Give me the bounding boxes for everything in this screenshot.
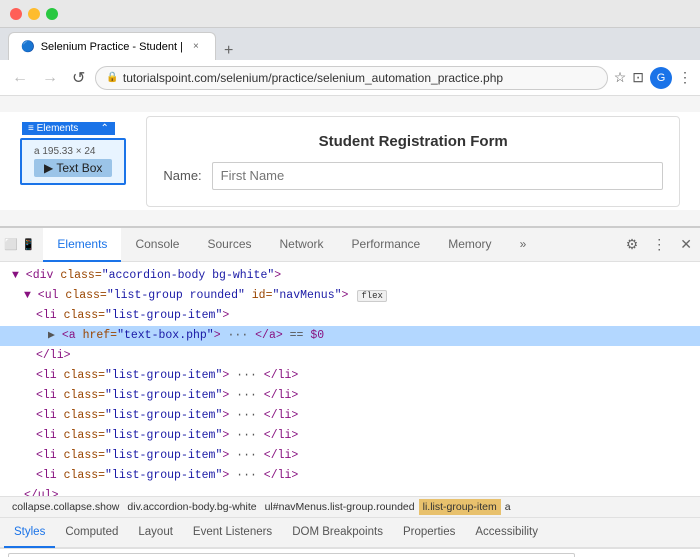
extensions-icon[interactable]: ⊡ bbox=[632, 69, 644, 86]
dom-line[interactable]: <li class="list-group-item"> ··· </li> bbox=[0, 406, 700, 426]
more-options-icon[interactable]: ⋮ bbox=[648, 234, 670, 255]
tab-bar: 🔵 Selenium Practice - Student | × + bbox=[0, 28, 700, 60]
form-card: Student Registration Form Name: bbox=[146, 116, 680, 207]
devtools-tab-bar: ⬜ 📱 Elements Console Sources Network Per… bbox=[0, 228, 700, 262]
address-bar[interactable]: 🔒 tutorialspoint.com/selenium/practice/s… bbox=[95, 66, 607, 90]
device-mode-icon[interactable]: 📱 bbox=[22, 238, 36, 251]
dom-line[interactable]: <li class="list-group-item"> ··· </li> bbox=[0, 366, 700, 386]
filter-input[interactable] bbox=[8, 553, 575, 557]
text-box-label: ▶ Text Box bbox=[34, 159, 112, 177]
tab-accessibility[interactable]: Accessibility bbox=[465, 518, 548, 548]
page-viewport: ≡ Elements ⌃ a 195.33 × 24 ▶ Text Box St… bbox=[0, 96, 700, 226]
active-tab[interactable]: 🔵 Selenium Practice - Student | × bbox=[8, 32, 216, 60]
lock-icon: 🔒 bbox=[106, 72, 118, 83]
tab-favicon: 🔵 bbox=[21, 40, 35, 53]
traffic-lights bbox=[10, 8, 58, 20]
breadcrumb: collapse.collapse.show div.accordion-bod… bbox=[0, 496, 700, 518]
dom-line[interactable]: ▼ <div class="accordion-body bg-white"> bbox=[0, 266, 700, 286]
maximize-window-button[interactable] bbox=[46, 8, 58, 20]
close-devtools-icon[interactable]: ✕ bbox=[676, 234, 696, 255]
forward-button[interactable]: → bbox=[38, 67, 62, 89]
dom-line[interactable]: <li class="list-group-item"> ··· </li> bbox=[0, 386, 700, 406]
inspect-mode-icon[interactable]: ⬜ bbox=[4, 238, 18, 251]
tab-styles[interactable]: Styles bbox=[4, 518, 55, 548]
dom-line[interactable]: ▼ <ul class="list-group rounded" id="nav… bbox=[0, 286, 700, 306]
element-highlight: ≡ Elements ⌃ a 195.33 × 24 ▶ Text Box bbox=[20, 138, 126, 185]
tab-sources[interactable]: Sources bbox=[193, 228, 265, 262]
tab-memory[interactable]: Memory bbox=[434, 228, 505, 262]
tab-computed[interactable]: Computed bbox=[55, 518, 128, 548]
dom-line[interactable]: </ul> bbox=[0, 486, 700, 496]
tab-label: Selenium Practice - Student | bbox=[41, 41, 183, 53]
dom-line[interactable]: <li class="list-group-item"> ··· </li> bbox=[0, 426, 700, 446]
devtools-toolbar-icons: ⚙ ⋮ ✕ bbox=[622, 234, 696, 255]
breadcrumb-item-active[interactable]: li.list-group-item bbox=[419, 499, 501, 515]
form-title: Student Registration Form bbox=[163, 133, 663, 150]
minimize-window-button[interactable] bbox=[28, 8, 40, 20]
bookmark-icon[interactable]: ☆ bbox=[614, 69, 627, 86]
browser-window: 🔵 Selenium Practice - Student | × + ← → … bbox=[0, 0, 700, 557]
bottom-tab-bar: Styles Computed Layout Event Listeners D… bbox=[0, 518, 700, 548]
close-window-button[interactable] bbox=[10, 8, 22, 20]
dom-tree: ▼ <div class="accordion-body bg-white"> … bbox=[0, 262, 700, 496]
tab-network[interactable]: Network bbox=[266, 228, 338, 262]
breadcrumb-item[interactable]: collapse.collapse.show bbox=[8, 499, 123, 515]
tab-dom-breakpoints[interactable]: DOM Breakpoints bbox=[282, 518, 393, 548]
tab-performance[interactable]: Performance bbox=[338, 228, 435, 262]
filter-bar: :hov .cls + ⊞ ⊟ ⊠ bbox=[0, 548, 700, 557]
breadcrumb-item[interactable]: div.accordion-body.bg-white bbox=[123, 499, 260, 515]
back-button[interactable]: ← bbox=[8, 67, 32, 89]
menu-icon[interactable]: ⋮ bbox=[678, 69, 692, 86]
new-tab-button[interactable]: + bbox=[220, 42, 237, 60]
tab-close-button[interactable]: × bbox=[189, 40, 203, 54]
reload-button[interactable]: ↺ bbox=[68, 66, 89, 90]
element-dimensions: a 195.33 × 24 bbox=[34, 146, 112, 157]
title-bar bbox=[0, 0, 700, 28]
settings-icon[interactable]: ⚙ bbox=[622, 234, 643, 255]
flex-badge: flex bbox=[357, 290, 387, 302]
url-text: tutorialspoint.com/selenium/practice/sel… bbox=[123, 71, 503, 85]
devtools-panel: ⬜ 📱 Elements Console Sources Network Per… bbox=[0, 226, 700, 557]
first-name-input[interactable] bbox=[212, 162, 663, 190]
dom-line[interactable]: <li class="list-group-item"> bbox=[0, 306, 700, 326]
name-label: Name: bbox=[163, 168, 201, 183]
tab-layout[interactable]: Layout bbox=[128, 518, 183, 548]
main-area: ≡ Elements ⌃ a 195.33 × 24 ▶ Text Box St… bbox=[0, 96, 700, 557]
highlight-label: ≡ Elements ⌃ bbox=[28, 123, 109, 134]
dom-line[interactable]: <li class="list-group-item"> ··· </li> bbox=[0, 466, 700, 486]
dom-line-highlighted[interactable]: ▶ <a href="text-box.php"> ··· </a> == $0 bbox=[0, 326, 700, 346]
tab-console[interactable]: Console bbox=[121, 228, 193, 262]
browser-toolbar: ← → ↺ 🔒 tutorialspoint.com/selenium/prac… bbox=[0, 60, 700, 96]
tab-properties[interactable]: Properties bbox=[393, 518, 465, 548]
dom-line[interactable]: </li> bbox=[0, 346, 700, 366]
tab-event-listeners[interactable]: Event Listeners bbox=[183, 518, 282, 548]
tab-more[interactable]: » bbox=[506, 228, 541, 262]
tab-elements[interactable]: Elements bbox=[43, 228, 121, 262]
dom-line[interactable]: <li class="list-group-item"> ··· </li> bbox=[0, 446, 700, 466]
breadcrumb-item[interactable]: a bbox=[501, 499, 515, 515]
profile-icon[interactable]: G bbox=[650, 67, 672, 89]
breadcrumb-item[interactable]: ul#navMenus.list-group.rounded bbox=[261, 499, 419, 515]
